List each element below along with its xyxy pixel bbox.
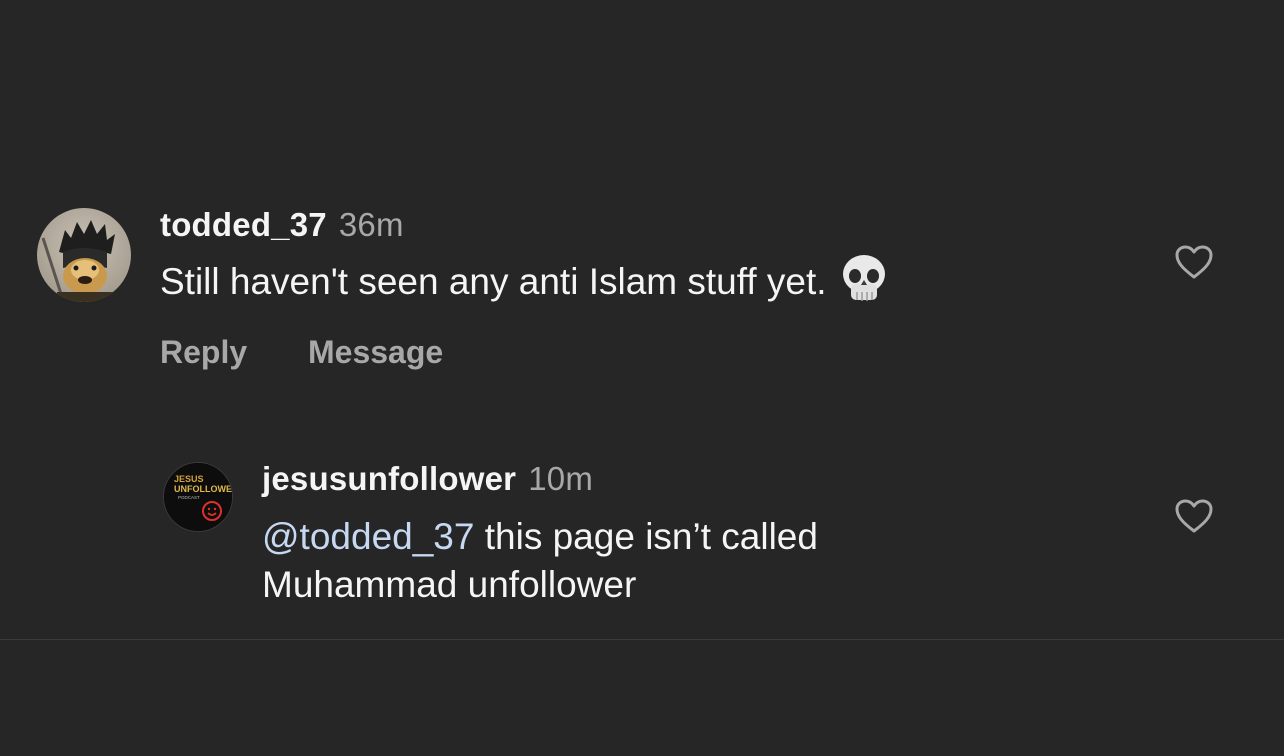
reply-text: @todded_37 this page isn’t called Muhamm… [262,513,818,609]
logo-line1: JESUS [174,474,204,484]
dog-avatar-image [41,220,115,302]
avatar[interactable] [37,208,131,302]
timestamp: 10m [528,460,594,497]
comment-text: Still haven't seen any anti Islam stuff … [160,255,887,310]
message-button[interactable]: Message [308,334,443,371]
podcast-logo-image: JESUS UNFOLLOWER PODCAST [164,463,233,531]
reply-button[interactable]: Reply [160,334,247,371]
skull-emoji-icon [842,255,885,302]
timestamp: 36m [338,206,404,243]
like-heart-icon[interactable] [1174,498,1214,534]
comment-header: todded_37 36m [160,206,404,244]
reply-header: jesusunfollower 10m [262,460,593,498]
reply-body-1: this page isn’t called [474,516,818,557]
like-heart-icon[interactable] [1174,244,1214,280]
reply-body-2: Muhammad unfollower [262,564,637,605]
avatar[interactable]: JESUS UNFOLLOWER PODCAST [163,462,233,532]
divider [0,639,1284,640]
mention-link[interactable]: @todded_37 [262,516,474,557]
username[interactable]: todded_37 [160,206,327,243]
reply-line-1: @todded_37 this page isn’t called [262,513,818,561]
comment-body: Still haven't seen any anti Islam stuff … [160,261,827,302]
logo-line2: UNFOLLOWER [174,484,233,494]
username[interactable]: jesusunfollower [262,460,516,497]
comments-thread: todded_37 36m Still haven't seen any anti… [0,0,1284,756]
logo-line3: PODCAST [178,495,200,500]
